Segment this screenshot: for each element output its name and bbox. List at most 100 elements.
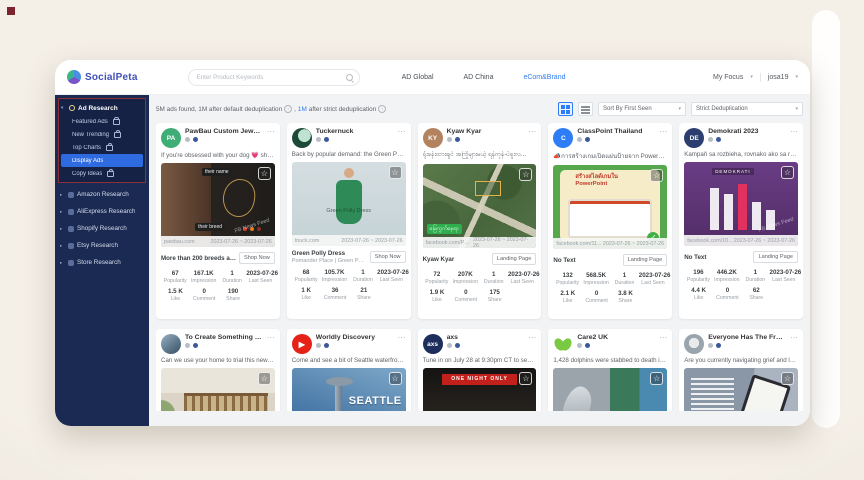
recording-indicator [7, 7, 15, 15]
more-menu-icon[interactable]: ⋯ [528, 334, 536, 342]
last-seen-value: 2023-07-26 [246, 270, 274, 277]
favorite-star-icon[interactable]: ☆ [781, 372, 794, 385]
ad-domain[interactable]: facebook.com/PYG... [426, 240, 473, 246]
ad-description: Back by popular demand: the Green Polly … [292, 151, 406, 158]
sidebar-item-ad-research[interactable]: ▾ Ad Research [61, 101, 143, 115]
ad-card[interactable]: KY Kyaw Kyar ⋯ ရုံးခန်းထားချင် အကြိုများ… [418, 123, 542, 319]
ad-card[interactable]: Care2 UK ⋯ 1,428 dolphins were stabbed t… [548, 329, 672, 411]
action-button[interactable]: Shop Now [370, 251, 406, 263]
ad-card[interactable]: C ClassPoint Thailand ⋯ 📣การสร้างเกมเปิด… [548, 123, 672, 319]
advertiser-name[interactable]: ClassPoint Thailand [577, 128, 655, 135]
ad-image[interactable]: ☆ [161, 368, 275, 411]
more-menu-icon[interactable]: ⋯ [659, 128, 667, 136]
favorite-star-icon[interactable]: ☆ [258, 167, 271, 180]
favorite-star-icon[interactable]: ☆ [781, 166, 794, 179]
sidebar-item-shopify-research[interactable]: ▸ Shopify Research [58, 220, 146, 237]
ad-image[interactable]: ☆ DEMOKRATI FB News Feed facebook.com/10… [684, 162, 798, 246]
nav-ad-global[interactable]: AD Global [402, 74, 434, 81]
platform-icon [577, 137, 582, 142]
search-box[interactable] [188, 69, 360, 86]
advertiser-name[interactable]: axs [447, 334, 525, 341]
advertiser-name[interactable]: To Create Something Exceptio... [185, 334, 263, 341]
action-button[interactable]: Landing Page [623, 254, 668, 266]
more-menu-icon[interactable]: ⋯ [790, 334, 798, 342]
advertiser-name[interactable]: Tuckernuck [316, 128, 394, 135]
ad-card[interactable]: PA PawBau Custom Jewelry ⋯ If you're obs… [156, 123, 280, 319]
more-menu-icon[interactable]: ⋯ [267, 128, 275, 136]
sidebar-item-featured-ads[interactable]: Featured Ads [61, 115, 143, 128]
ad-domain[interactable]: facebook.com/10... [687, 238, 733, 244]
socialpeta-logo[interactable]: SocialPeta [67, 70, 138, 84]
ad-card[interactable]: axs axs ⋯ Tune in on July 28 at 9:30pm C… [418, 329, 542, 411]
dedup-select[interactable]: Strict Deduplication ▾ [691, 102, 803, 116]
sidebar-item-copy-ideas[interactable]: Copy Ideas [61, 167, 143, 180]
info-icon[interactable] [284, 105, 292, 113]
search-input[interactable] [195, 73, 346, 82]
favorite-star-icon[interactable]: ☆ [258, 372, 271, 385]
ad-image[interactable]: ☆ their name their breed FB News Feed pa… [161, 163, 275, 247]
grid-view-button[interactable] [558, 102, 573, 116]
ad-image[interactable]: ☆ SEATTLE WASHINGTON [292, 368, 406, 411]
advertiser-avatar[interactable] [553, 334, 573, 354]
ad-image[interactable]: ☆ ONE NIGHT ONLY [423, 368, 537, 411]
advertiser-avatar[interactable] [292, 128, 312, 148]
advertiser-avatar[interactable]: PA [161, 128, 181, 148]
advertiser-name[interactable]: Everyone Has The Freedom To... [708, 334, 786, 341]
favorite-star-icon[interactable]: ☆ [519, 372, 532, 385]
ad-image[interactable]: ☆ สร้างสไลด์เกมใน PowerPoint ✓ facebook.… [553, 165, 667, 249]
more-menu-icon[interactable]: ⋯ [528, 128, 536, 136]
favorite-star-icon[interactable]: ☆ [650, 372, 663, 385]
advertiser-name[interactable]: Worldly Discovery [316, 334, 394, 341]
ad-domain[interactable]: pawbau.com [164, 239, 195, 245]
advertiser-avatar[interactable] [161, 334, 181, 354]
user-menu[interactable]: josa19 [768, 74, 789, 81]
advertiser-avatar[interactable]: C [553, 128, 573, 148]
chevron-right-icon: ▸ [60, 192, 65, 198]
info-icon[interactable] [378, 105, 386, 113]
sidebar-item-display-ads[interactable]: Display Ads [61, 154, 143, 167]
advertiser-name[interactable]: PawBau Custom Jewelry [185, 128, 263, 135]
advertiser-avatar[interactable] [684, 334, 704, 354]
more-menu-icon[interactable]: ⋯ [267, 334, 275, 342]
nav-ad-china[interactable]: AD China [464, 74, 494, 81]
action-button[interactable]: Shop Now [239, 252, 275, 264]
sidebar-item-store-research[interactable]: ▸ Store Research [58, 254, 146, 271]
advertiser-avatar[interactable]: KY [423, 128, 443, 148]
advertiser-avatar[interactable]: ▶ [292, 334, 312, 354]
ad-image[interactable]: ☆ [553, 368, 667, 411]
more-menu-icon[interactable]: ⋯ [790, 128, 798, 136]
advertiser-avatar[interactable]: DE [684, 128, 704, 148]
sidebar-item-etsy-research[interactable]: ▸ Etsy Research [58, 237, 146, 254]
favorite-star-icon[interactable]: ☆ [389, 372, 402, 385]
more-menu-icon[interactable]: ⋯ [398, 128, 406, 136]
ad-domain[interactable]: facebook.com/11... [556, 241, 601, 247]
advertiser-name[interactable]: Care2 UK [577, 334, 655, 341]
sidebar-item-aliexpress-research[interactable]: ▸ AliExpress Research [58, 203, 146, 220]
action-button[interactable]: Landing Page [753, 251, 798, 263]
advertiser-name[interactable]: Demokrati 2023 [708, 128, 786, 135]
ad-card[interactable]: Everyone Has The Freedom To... ⋯ Are you… [679, 329, 803, 411]
favorite-star-icon[interactable]: ☆ [389, 166, 402, 179]
sidebar-item-top-charts[interactable]: Top Charts [61, 141, 143, 154]
sidebar-item-amazon-research[interactable]: ▸ Amazon Research [58, 186, 146, 203]
ad-domain[interactable]: tnuck.com [295, 238, 320, 244]
advertiser-name[interactable]: Kyaw Kyar [447, 128, 525, 135]
favorite-star-icon[interactable]: ☆ [519, 168, 532, 181]
more-menu-icon[interactable]: ⋯ [659, 334, 667, 342]
ad-image[interactable]: ☆ မြေကွက်နေရာ facebook.com/PYG... 2023-0… [423, 164, 537, 248]
sort-select[interactable]: Sort By First Seen ▾ [598, 102, 686, 116]
action-button[interactable]: Landing Page [492, 253, 537, 265]
advertiser-avatar[interactable]: axs [423, 334, 443, 354]
nav-ecom-brand[interactable]: eCom&Brand [523, 74, 565, 81]
ad-card[interactable]: DE Demokrati 2023 ⋯ Kampaň sa rozbieha, … [679, 123, 803, 319]
list-view-button[interactable] [578, 102, 593, 116]
ad-card[interactable]: ▶ Worldly Discovery ⋯ Come and see a bit… [287, 329, 411, 411]
sidebar-item-new-trending[interactable]: New Trending [61, 128, 143, 141]
favorite-star-icon[interactable]: ☆ [650, 169, 663, 182]
ad-image[interactable]: ☆ [684, 368, 798, 411]
more-menu-icon[interactable]: ⋯ [398, 334, 406, 342]
ad-card[interactable]: Tuckernuck ⋯ Back by popular demand: the… [287, 123, 411, 319]
my-focus-menu[interactable]: My Focus [713, 74, 743, 81]
ad-card[interactable]: To Create Something Exceptio... ⋯ Can we… [156, 329, 280, 411]
ad-image[interactable]: ☆ Green Polly Dress tnuck.com 2023-07-26… [292, 162, 406, 246]
